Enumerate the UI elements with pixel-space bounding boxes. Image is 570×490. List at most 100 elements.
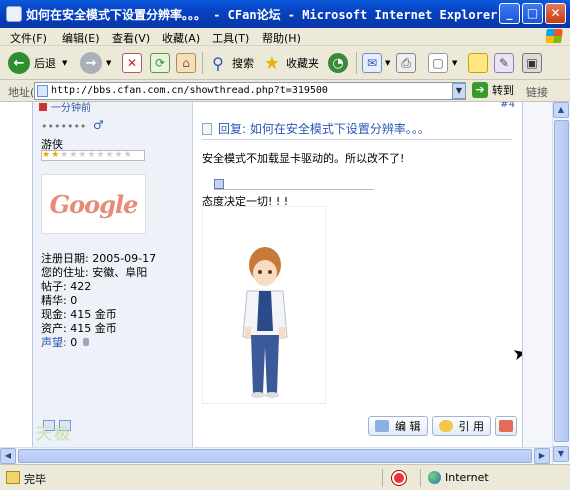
post-doc-icon [202, 123, 212, 135]
minimize-button[interactable]: _ [499, 3, 520, 24]
refresh-icon: ⟳ [150, 53, 170, 73]
maximize-button[interactable]: □ [522, 3, 543, 24]
window-title: 如何在安全模式下设置分辨率。。。 - CFan论坛 - Microsoft In… [26, 8, 498, 22]
post-mark-icon [39, 103, 47, 111]
signature-divider [214, 189, 374, 190]
globe-icon [428, 471, 441, 484]
forward-button[interactable]: → ▼ [80, 51, 111, 75]
go-button[interactable]: ➔ 转到 [472, 82, 514, 98]
security-zone: Internet [428, 471, 489, 484]
back-label: 后退 [34, 57, 56, 70]
search-icon: ⚲ [212, 53, 224, 73]
report-pen-icon [499, 420, 513, 432]
scroll-down-icon[interactable]: ▼ [553, 446, 569, 462]
menu-bar: 文件(F) 编辑(E) 查看(V) 收藏(A) 工具(T) 帮助(H) [0, 28, 570, 46]
printer-icon: ⎙ [396, 53, 416, 73]
menu-view[interactable]: 查看(V) [112, 30, 150, 46]
messenger-icon: ▣ [522, 53, 542, 73]
avatar: Google [41, 174, 146, 234]
go-arrow-icon: ➔ [472, 82, 488, 98]
right-margin [522, 102, 552, 464]
popup-blocked-icon[interactable] [392, 471, 406, 485]
signature-icon [214, 179, 224, 189]
post-main: #4 回复: 如何在安全模式下设置分辨率。。。 安全模式不加载显卡驱动的。所以改… [194, 102, 523, 464]
scroll-up-icon[interactable]: ▲ [553, 102, 569, 118]
signature-image [202, 206, 326, 404]
report-button[interactable] [495, 416, 517, 436]
left-margin [0, 102, 32, 464]
search-button[interactable]: ⚲ 搜索 [208, 51, 254, 75]
document-icon: ▢ [428, 53, 448, 73]
refresh-button[interactable]: ⟳ [150, 51, 170, 75]
url-input[interactable]: http://bbs.cfan.com.cn/showthread.php?t=… [34, 82, 466, 100]
avatar-text: Google [49, 189, 139, 219]
research-button[interactable]: ✎ [494, 51, 514, 75]
menu-tools[interactable]: 工具(T) [212, 30, 249, 46]
favorites-button[interactable]: ★ 收藏夹 [262, 51, 319, 75]
history-button[interactable]: ◔ [328, 51, 348, 75]
stop-icon: ✕ [122, 53, 142, 73]
zone-label: Internet [445, 471, 489, 484]
stop-button[interactable]: ✕ [122, 51, 142, 75]
post-floor[interactable]: #4 [500, 102, 515, 110]
scroll-right-icon[interactable]: ▶ [534, 448, 550, 464]
menu-favorites[interactable]: 收藏(A) [162, 30, 200, 46]
menu-edit[interactable]: 编辑(E) [62, 30, 100, 46]
windows-logo-icon [545, 29, 563, 43]
star-icon: ★ [263, 52, 281, 74]
mail-icon: ✉ [362, 53, 382, 73]
search-label: 搜索 [232, 57, 254, 70]
edit-page-button[interactable]: ▢ ▼ [428, 51, 457, 75]
links-label[interactable]: 链接 [526, 84, 548, 100]
cartoon-boy-icon [242, 247, 288, 398]
page-icon [37, 85, 48, 97]
ie-icon [6, 6, 22, 22]
notes-button[interactable] [468, 51, 488, 75]
forward-arrow-icon: → [80, 52, 102, 74]
quote-button[interactable]: 引 用 [431, 416, 491, 436]
forum-post: 一分钟前 ••••••• ♂ 游侠 ★★★★★★★★★★ Google 注册日期… [32, 102, 529, 464]
post-body: 安全模式不加载显卡驱动的。所以改不了! [202, 152, 405, 165]
vertical-scroll-thumb[interactable] [554, 120, 569, 442]
menu-help[interactable]: 帮助(H) [262, 30, 301, 46]
close-button[interactable]: ✕ [545, 3, 566, 24]
divider [202, 139, 512, 140]
note-icon [468, 53, 488, 73]
toolbar: ← 后退 ▼ → ▼ ✕ ⟳ ⌂ ⚲ 搜索 ★ 收藏夹 ◔ ✉ ▼ ⎙ ▢ ▼ … [0, 46, 570, 80]
messenger-button[interactable]: ▣ [522, 51, 542, 75]
horizontal-scrollbar[interactable]: ◀ ▶ [0, 447, 552, 464]
page-content: 一分钟前 ••••••• ♂ 游侠 ★★★★★★★★★★ Google 注册日期… [0, 102, 552, 464]
menu-file[interactable]: 文件(F) [10, 30, 47, 46]
back-button[interactable]: ← 后退 ▼ [8, 51, 67, 75]
username[interactable]: ••••••• [41, 120, 86, 133]
gem-icon [82, 338, 89, 346]
rank-stars: ★★★★★★★★★★ [41, 150, 145, 161]
reputation-value: 0 [70, 336, 78, 349]
status-text: 完毕 [24, 473, 46, 486]
watermark: 天极 [36, 424, 73, 443]
go-label: 转到 [492, 84, 514, 97]
page-done-icon [6, 471, 20, 484]
post-title: 回复: 如何在安全模式下设置分辨率。。。 [202, 120, 430, 137]
url-text: http://bbs.cfan.com.cn/showthread.php?t=… [51, 85, 328, 96]
reputation-label[interactable]: 声望: [41, 336, 67, 349]
home-icon: ⌂ [176, 53, 196, 73]
horizontal-scroll-thumb[interactable] [18, 449, 532, 463]
home-button[interactable]: ⌂ [176, 51, 196, 75]
research-icon: ✎ [494, 53, 514, 73]
prev-link[interactable]: 一分钟前 [39, 102, 91, 114]
mail-button[interactable]: ✉ ▼ [362, 51, 390, 75]
user-sidebar: 一分钟前 ••••••• ♂ 游侠 ★★★★★★★★★★ Google 注册日期… [33, 102, 193, 464]
print-button[interactable]: ⎙ [396, 51, 416, 75]
status-bar: 完毕 Internet [0, 464, 570, 490]
address-bar: 地址(D) http://bbs.cfan.com.cn/showthread.… [0, 80, 570, 102]
post-actions: 编 辑 引 用 [368, 416, 517, 436]
title-bar: 如何在安全模式下设置分辨率。。。 - CFan论坛 - Microsoft In… [0, 0, 570, 28]
url-dropdown-icon[interactable]: ▼ [452, 83, 466, 99]
reputation: 声望: 0 [41, 334, 89, 350]
edit-button[interactable]: 编 辑 [368, 416, 428, 436]
vertical-scrollbar[interactable]: ▲ ▼ [552, 102, 570, 464]
scroll-left-icon[interactable]: ◀ [0, 448, 16, 464]
back-arrow-icon: ← [8, 52, 30, 74]
favorites-label: 收藏夹 [286, 57, 319, 70]
